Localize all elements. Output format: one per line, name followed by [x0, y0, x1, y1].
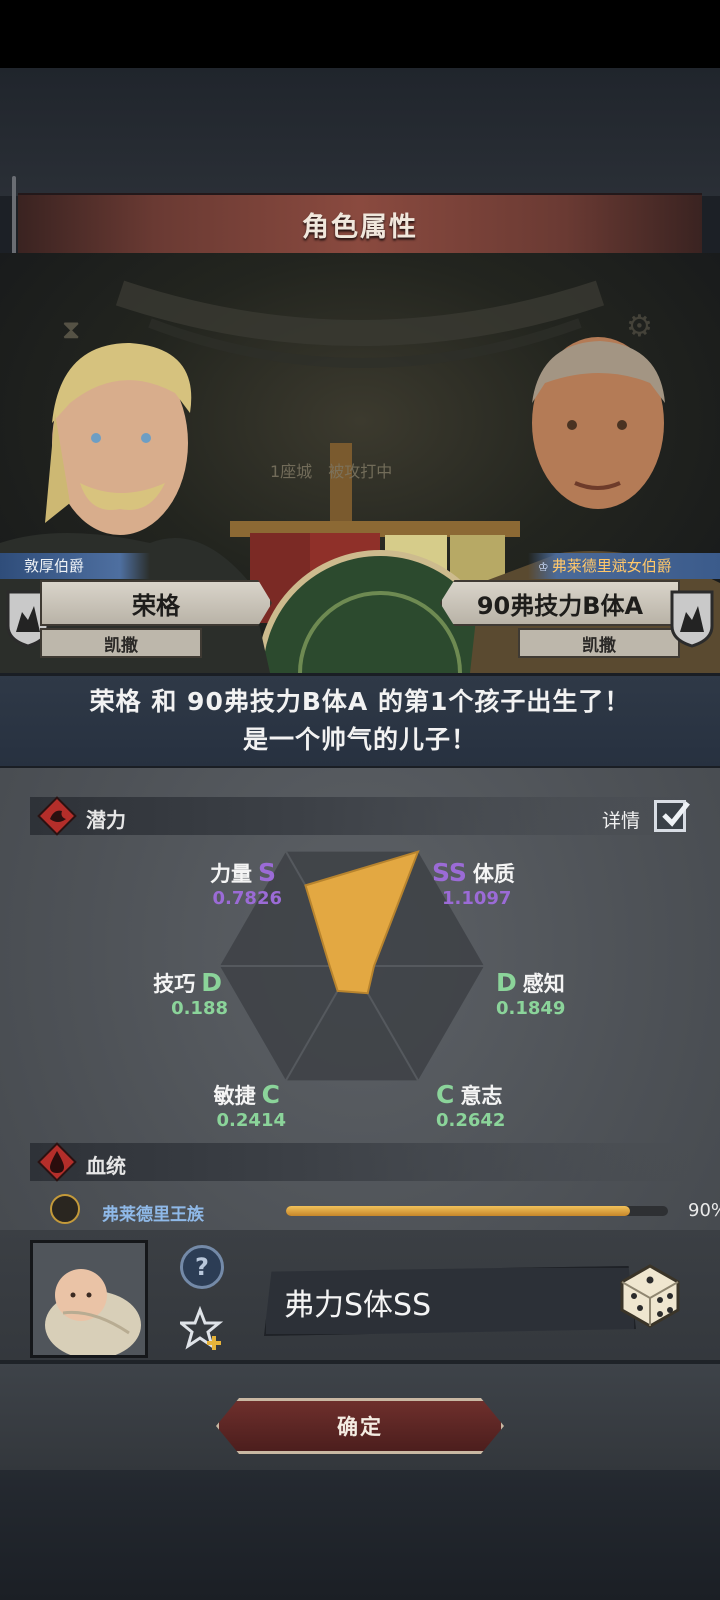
- dice-icon[interactable]: [612, 1256, 688, 1332]
- stat-constitution: SS 体质 1.1097: [432, 858, 552, 909]
- stat-name: 力量: [209, 862, 252, 886]
- baby-avatar-icon: [33, 1243, 145, 1355]
- bloodline-name: 弗莱德里王族: [102, 1205, 204, 1225]
- child-name-input[interactable]: [282, 1280, 616, 1324]
- stat-agility: 敏捷 C 0.2414: [196, 1080, 286, 1131]
- child-name-field[interactable]: [264, 1266, 636, 1336]
- bull-emblem-icon: [50, 1194, 80, 1224]
- stat-name: 敏捷: [213, 1084, 256, 1108]
- stat-strength: 力量 S 0.7826: [198, 858, 282, 909]
- stat-grade: S: [257, 858, 276, 887]
- bloodline-progress-track: [286, 1206, 668, 1216]
- bloodline-progress-fill: [286, 1206, 630, 1216]
- question-icon[interactable]: ?: [180, 1245, 224, 1289]
- stat-grade: SS: [432, 858, 467, 887]
- stat-value: 1.1097: [442, 888, 512, 909]
- background-bottom: [0, 1470, 720, 1600]
- stat-grade: D: [201, 968, 222, 997]
- stat-grade: C: [436, 1080, 455, 1109]
- blood-drop-icon: [37, 1142, 77, 1182]
- stat-grade: C: [261, 1080, 280, 1109]
- stat-name: 体质: [472, 862, 515, 886]
- stat-grade: D: [496, 968, 517, 997]
- stat-name: 感知: [522, 972, 565, 996]
- child-avatar[interactable]: [30, 1240, 148, 1358]
- bloodline-label: 血统: [86, 1154, 126, 1178]
- stat-value: 0.188: [171, 998, 228, 1019]
- stat-perception: D 感知 0.1849: [496, 968, 606, 1019]
- stat-will: C 意志 0.2642: [436, 1080, 546, 1131]
- stat-name: 意志: [460, 1084, 503, 1108]
- stat-value: 0.2414: [216, 1110, 286, 1131]
- stat-value: 0.7826: [212, 888, 282, 909]
- bloodline-row: 弗莱德里王族 90%: [50, 1194, 720, 1226]
- star-plus-icon[interactable]: [180, 1306, 226, 1352]
- stat-skill: 技巧 D 0.188: [138, 968, 228, 1019]
- bloodline-section-header: 血统: [30, 1142, 690, 1182]
- stat-value: 0.1849: [496, 998, 566, 1019]
- confirm-button[interactable]: 确定: [216, 1398, 504, 1454]
- stat-name: 技巧: [153, 972, 196, 996]
- stat-value: 0.2642: [436, 1110, 506, 1131]
- bloodline-percent: 90%: [688, 1200, 720, 1221]
